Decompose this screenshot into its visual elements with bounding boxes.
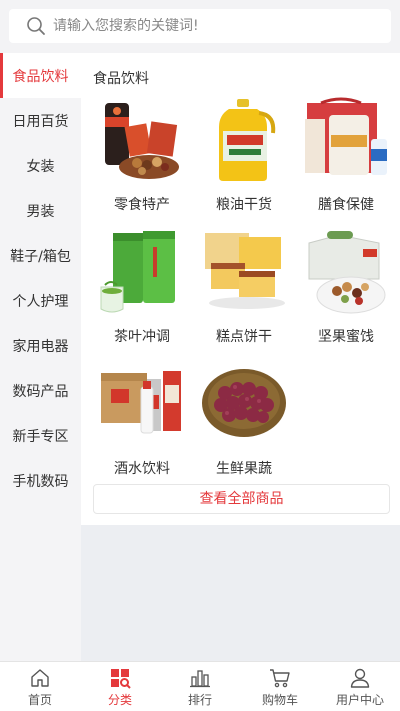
sidebar-item-label: 食品饮料 [12, 68, 69, 85]
category-content: 食品饮料 零食特产 粮油干货 膳食保健 茶叶冲调 糕点饼干 坚果蜜饯 酒水饮料 … [81, 53, 400, 525]
snacks-image [105, 103, 179, 179]
tab-label: 首页 [27, 693, 52, 707]
tab-cart[interactable]: 购物车 [240, 662, 320, 711]
product-name: 粮油干货 [216, 197, 272, 213]
cart-icon [270, 669, 290, 688]
product-item-cake[interactable]: 糕点饼干 [193, 225, 295, 357]
product-name: 茶叶冲调 [114, 329, 170, 345]
sidebar-item-shoes-bags[interactable]: 鞋子/箱包 [0, 233, 81, 278]
nuts-image [308, 231, 386, 314]
product-item-snacks[interactable]: 零食特产 [91, 93, 193, 225]
sidebar-item-label: 新手专区 [12, 428, 69, 445]
search-input[interactable] [53, 18, 373, 34]
user-icon [350, 668, 370, 688]
sidebar-item-appliances[interactable]: 家用电器 [0, 323, 81, 368]
sidebar-item-label: 数码产品 [12, 383, 69, 400]
product-name: 糕点饼干 [216, 329, 272, 345]
tab-ranking[interactable]: 排行 [160, 662, 240, 711]
product-name: 生鲜果蔬 [216, 461, 272, 477]
product-item-health[interactable]: 膳食保健 [295, 93, 397, 225]
cake-pastry-image [205, 233, 285, 309]
category-sidebar: 食品饮料 日用百货 女装 男装 鞋子/箱包 个人护理 家用电器 数码产品 新手专… [0, 53, 81, 661]
sidebar-item-digital[interactable]: 数码产品 [0, 368, 81, 413]
cooking-oil-image [219, 99, 276, 181]
product-item-fresh[interactable]: 生鲜果蔬 [193, 357, 295, 489]
sidebar-item-label: 手机数码 [12, 473, 69, 490]
grapes-basket-image [202, 369, 286, 437]
category-icon [111, 669, 131, 689]
sidebar-item-label: 家用电器 [12, 338, 69, 355]
bottom-tabbar: 首页 分类 排行 购物车 用户中心 [0, 661, 400, 711]
product-name: 坚果蜜饯 [318, 329, 374, 345]
sidebar-item-newcomer[interactable]: 新手专区 [0, 413, 81, 458]
sidebar-item-label: 男装 [26, 203, 55, 220]
home-icon [31, 669, 49, 687]
sidebar-item-daily-goods[interactable]: 日用百货 [0, 98, 81, 143]
liquor-box-image [101, 371, 181, 434]
tab-label: 分类 [107, 693, 132, 707]
tab-category[interactable]: 分类 [80, 662, 160, 711]
sidebar-item-womens-wear[interactable]: 女装 [0, 143, 81, 188]
product-name: 膳食保健 [318, 197, 374, 213]
product-item-oil-grain[interactable]: 粮油干货 [193, 93, 295, 225]
product-name: 零食特产 [114, 197, 170, 213]
category-title: 食品饮料 [93, 71, 149, 87]
product-name: 酒水饮料 [114, 461, 170, 477]
ranking-icon [190, 670, 210, 688]
sidebar-item-personal-care[interactable]: 个人护理 [0, 278, 81, 323]
search-header [0, 0, 400, 53]
tea-cans-image [100, 231, 175, 313]
sidebar-item-phones[interactable]: 手机数码 [0, 458, 81, 503]
product-item-nuts[interactable]: 坚果蜜饯 [295, 225, 397, 357]
sidebar-item-label: 个人护理 [12, 293, 69, 310]
search-bar[interactable] [9, 9, 391, 43]
sidebar-item-food-drink[interactable]: 食品饮料 [0, 53, 81, 98]
sidebar-item-mens-wear[interactable]: 男装 [0, 188, 81, 233]
product-item-liquor[interactable]: 酒水饮料 [91, 357, 193, 489]
sidebar-item-label: 鞋子/箱包 [10, 248, 71, 265]
tab-user-center[interactable]: 用户中心 [320, 662, 400, 711]
tab-label: 用户中心 [335, 693, 384, 707]
view-all-products-button[interactable]: 查看全部商品 [93, 484, 390, 514]
health-supplement-image [305, 97, 387, 175]
tab-label: 排行 [187, 693, 212, 707]
sidebar-item-label: 女装 [26, 158, 55, 175]
sidebar-item-label: 日用百货 [12, 113, 69, 130]
tab-label: 购物车 [261, 693, 298, 707]
tab-home[interactable]: 首页 [0, 662, 80, 711]
product-item-tea[interactable]: 茶叶冲调 [91, 225, 193, 357]
search-icon [27, 17, 45, 35]
